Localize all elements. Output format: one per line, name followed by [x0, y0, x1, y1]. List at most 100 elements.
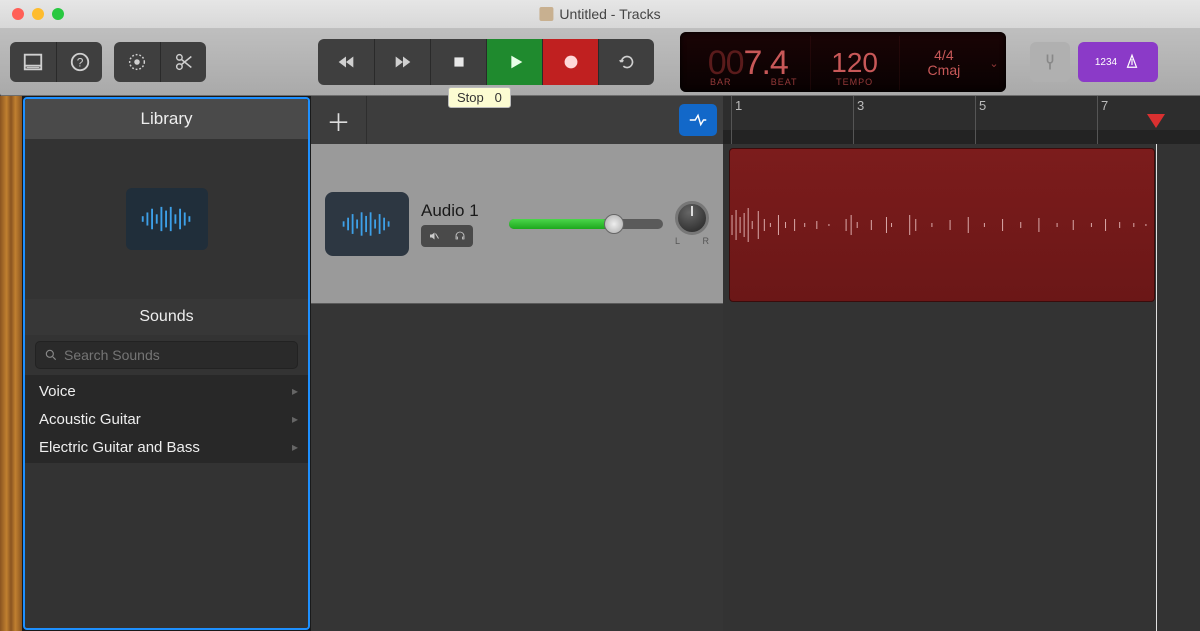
ruler-mark: 5 — [979, 98, 986, 113]
play-icon — [504, 51, 526, 73]
track-icon[interactable] — [325, 192, 409, 256]
mute-button[interactable] — [421, 225, 447, 247]
transport-controls — [318, 39, 654, 85]
tray-icon — [22, 51, 44, 73]
waveform-icon — [139, 204, 195, 234]
category-label: Electric Guitar and Bass — [39, 439, 200, 456]
sounds-header: Sounds — [25, 299, 308, 335]
ruler-mark: 3 — [857, 98, 864, 113]
category-acoustic-guitar[interactable]: Acoustic Guitar ▸ — [25, 405, 308, 433]
track-headers-column: Audio 1 — [311, 144, 723, 631]
patch-thumbnail[interactable] — [126, 188, 208, 250]
library-header: Library — [25, 99, 308, 139]
cycle-button[interactable] — [598, 39, 654, 85]
tuning-fork-icon — [1040, 52, 1060, 72]
toolbar: ? — [0, 28, 1200, 96]
wood-side-panel — [0, 96, 22, 631]
document-icon — [539, 7, 553, 21]
lcd-menu-chevron[interactable]: ⌄ — [988, 36, 1000, 90]
record-icon — [560, 51, 582, 73]
key-signature[interactable]: Cmaj — [928, 63, 961, 78]
smart-controls-button[interactable] — [114, 42, 160, 82]
volume-fill — [509, 219, 608, 229]
tempo-value[interactable]: 120 — [831, 47, 878, 79]
tempo-label: TEMPO — [836, 77, 873, 87]
minimize-window-button[interactable] — [32, 8, 44, 20]
tracks-area: ＋ 1 3 5 7 — [311, 96, 1200, 631]
help-icon: ? — [69, 51, 91, 73]
pan-left-label: L — [675, 236, 680, 246]
close-window-button[interactable] — [12, 8, 24, 20]
count-in-label: 1234 — [1095, 57, 1117, 68]
editors-button[interactable] — [160, 42, 206, 82]
volume-slider[interactable] — [509, 219, 663, 229]
audio-region[interactable] — [729, 148, 1155, 302]
chevron-right-icon: ▸ — [292, 412, 298, 426]
chevron-right-icon: ▸ — [292, 384, 298, 398]
tooltip-label: Stop — [457, 90, 484, 105]
beat-label: BEAT — [771, 77, 798, 87]
library-preview-area — [25, 139, 308, 299]
catch-icon — [687, 112, 709, 128]
category-electric-guitar-bass[interactable]: Electric Guitar and Bass ▸ — [25, 433, 308, 461]
chevron-right-icon: ▸ — [292, 440, 298, 454]
left-tool-group-1: ? — [10, 42, 102, 82]
search-input[interactable] — [64, 347, 289, 363]
zoom-window-button[interactable] — [52, 8, 64, 20]
bar-label: BAR — [710, 77, 732, 87]
quick-help-button[interactable]: ? — [56, 42, 102, 82]
forward-icon — [392, 51, 414, 73]
input-monitor-button[interactable] — [447, 225, 473, 247]
search-icon — [44, 348, 58, 362]
add-track-button[interactable]: ＋ — [311, 96, 367, 144]
play-button[interactable] — [486, 39, 542, 85]
window-title: Untitled - Tracks — [559, 6, 660, 22]
stop-button[interactable] — [430, 39, 486, 85]
forward-button[interactable] — [374, 39, 430, 85]
category-voice[interactable]: Voice ▸ — [25, 377, 308, 405]
record-button[interactable] — [542, 39, 598, 85]
cycle-icon — [616, 51, 638, 73]
rewind-icon — [335, 51, 357, 73]
region-waveform-icon — [730, 205, 1154, 245]
svg-text:?: ? — [76, 56, 83, 70]
time-signature[interactable]: 4/4 — [928, 48, 961, 63]
timeline-ruler[interactable]: 1 3 5 7 — [723, 96, 1200, 144]
catch-playhead-button[interactable] — [679, 104, 717, 136]
headphones-icon — [454, 230, 466, 242]
left-tool-group-2 — [114, 42, 206, 82]
scissors-icon — [173, 51, 195, 73]
playhead-marker[interactable] — [1147, 114, 1165, 128]
playhead-line[interactable] — [1156, 144, 1157, 631]
window-title-area: Untitled - Tracks — [539, 6, 660, 22]
library-panel: Library Sounds Voi — [23, 97, 310, 630]
track-name[interactable]: Audio 1 — [421, 201, 479, 221]
count-in-button[interactable]: 1234 — [1078, 42, 1158, 82]
timeline-area[interactable] — [723, 144, 1200, 631]
window-controls — [0, 8, 64, 20]
ruler-cycle-strip[interactable] — [723, 130, 1200, 144]
metronome-icon — [1123, 53, 1141, 71]
pan-right-label: R — [703, 236, 710, 246]
ruler-mark: 7 — [1101, 98, 1108, 113]
pan-knob[interactable] — [675, 201, 709, 235]
stop-icon — [448, 51, 470, 73]
tracks-header-row: ＋ 1 3 5 7 — [311, 96, 1200, 144]
tuner-button[interactable] — [1030, 42, 1070, 82]
stop-tooltip: Stop 0 — [448, 87, 511, 108]
category-label: Voice — [39, 383, 76, 400]
library-toggle-button[interactable] — [10, 42, 56, 82]
category-label: Acoustic Guitar — [39, 411, 141, 428]
waveform-icon — [340, 210, 394, 238]
lcd-display[interactable]: 007.4 BAR BEAT 120 TEMPO 4/4 Cmaj ⌄ — [680, 32, 1006, 92]
sound-category-list: Voice ▸ Acoustic Guitar ▸ Electric Guita… — [25, 375, 308, 463]
knob-icon — [126, 51, 148, 73]
track-header[interactable]: Audio 1 — [311, 144, 723, 304]
sounds-search[interactable] — [35, 341, 298, 369]
titlebar: Untitled - Tracks — [0, 0, 1200, 28]
tooltip-shortcut: 0 — [495, 90, 502, 105]
mute-icon — [428, 230, 440, 242]
volume-knob[interactable] — [604, 214, 624, 234]
rewind-button[interactable] — [318, 39, 374, 85]
ruler-mark: 1 — [735, 98, 742, 113]
